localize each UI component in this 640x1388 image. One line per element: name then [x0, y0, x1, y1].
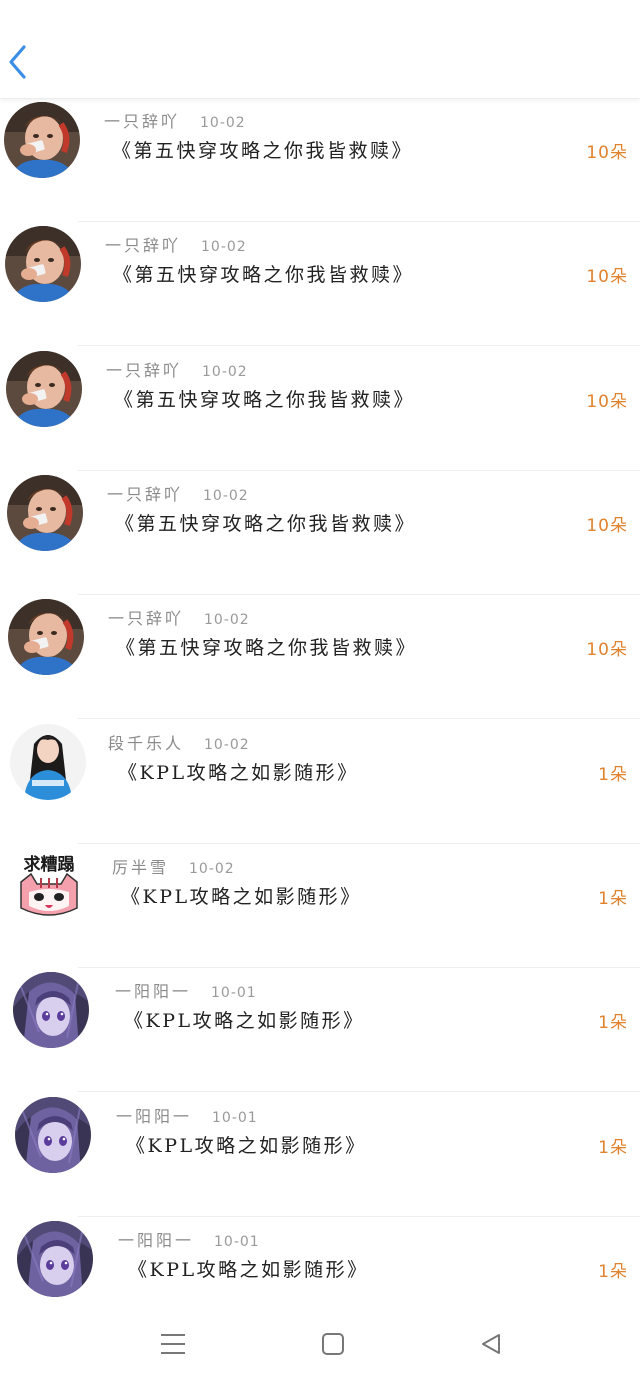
- record-date: 10-02: [201, 239, 247, 255]
- flower-count: 10朵: [586, 640, 628, 660]
- record-date: 10-02: [204, 612, 250, 628]
- avatar[interactable]: [7, 475, 83, 551]
- book-title[interactable]: 《KPL攻略之如影随形》: [118, 758, 359, 785]
- flower-count: 10朵: [586, 392, 628, 412]
- avatar[interactable]: [8, 599, 84, 675]
- record-row[interactable]: 段千乐人 10-02 《KPL攻略之如影随形》 1朵: [0, 720, 640, 844]
- user-name[interactable]: 一阳阳一: [115, 978, 191, 1002]
- book-title[interactable]: 《第五快穿攻略之你我皆救赎》: [114, 385, 415, 412]
- user-name[interactable]: 段千乐人: [108, 730, 184, 754]
- record-date: 10-02: [203, 488, 249, 504]
- record-date: 10-02: [200, 115, 246, 131]
- record-meta: 一只辞吖 10-02: [106, 357, 248, 381]
- nav-back-button[interactable]: [469, 1322, 513, 1366]
- flower-count: 10朵: [586, 516, 628, 536]
- user-name[interactable]: 一只辞吖: [107, 481, 183, 505]
- flower-count: 1朵: [598, 1138, 628, 1158]
- book-title[interactable]: 《KPL攻略之如影随形》: [126, 1131, 367, 1158]
- record-meta: 一阳阳一 10-01: [116, 1103, 258, 1127]
- photo-man-headset-avatar-image: [5, 226, 81, 302]
- user-name[interactable]: 一阳阳一: [118, 1227, 194, 1251]
- record-row[interactable]: 求糟蹋 厉半雪 10-02 《KPL攻略之如影随形》 1朵: [0, 844, 640, 968]
- record-meta: 一阳阳一 10-01: [115, 978, 257, 1002]
- row-divider: [78, 345, 640, 346]
- record-meta: 一只辞吖 10-02: [108, 605, 250, 629]
- avatar[interactable]: [4, 102, 80, 178]
- user-name[interactable]: 一只辞吖: [108, 605, 184, 629]
- book-title[interactable]: 《第五快穿攻略之你我皆救赎》: [112, 136, 413, 163]
- nav-home-button[interactable]: [311, 1322, 355, 1366]
- flower-count: 10朵: [586, 143, 628, 163]
- record-meta: 一只辞吖 10-02: [107, 481, 249, 505]
- photo-man-headset-avatar-image: [8, 599, 84, 675]
- top-header: [0, 0, 640, 99]
- user-name[interactable]: 一只辞吖: [106, 357, 182, 381]
- flower-count: 1朵: [598, 765, 628, 785]
- record-date: 10-01: [214, 1234, 260, 1250]
- cartoon-cat-avatar-image: 求糟蹋: [11, 848, 87, 924]
- user-name[interactable]: 厉半雪: [112, 854, 169, 878]
- user-name[interactable]: 一只辞吖: [105, 232, 181, 256]
- record-date: 10-01: [212, 1110, 258, 1126]
- record-meta: 一只辞吖 10-02: [104, 108, 246, 132]
- record-date: 10-02: [202, 364, 248, 380]
- avatar[interactable]: [10, 724, 86, 800]
- user-name[interactable]: 一只辞吖: [104, 108, 180, 132]
- record-date: 10-01: [211, 985, 257, 1001]
- anime-purple-avatar-image: [15, 1097, 91, 1173]
- photo-man-headset-avatar-image: [4, 102, 80, 178]
- record-row[interactable]: 一只辞吖 10-02 《第五快穿攻略之你我皆救赎》 10朵: [0, 98, 640, 222]
- photo-girl-blue-avatar-image: [10, 724, 86, 800]
- anime-purple-avatar-image: [17, 1221, 93, 1297]
- record-row[interactable]: 一只辞吖 10-02 《第五快穿攻略之你我皆救赎》 10朵: [0, 347, 640, 471]
- record-row[interactable]: 一只辞吖 10-02 《第五快穿攻略之你我皆救赎》 10朵: [0, 595, 640, 719]
- row-divider: [78, 718, 640, 719]
- book-title[interactable]: 《第五快穿攻略之你我皆救赎》: [116, 633, 417, 660]
- back-button[interactable]: [2, 40, 34, 84]
- avatar[interactable]: [13, 972, 89, 1048]
- avatar[interactable]: [6, 351, 82, 427]
- book-title[interactable]: 《KPL攻略之如影随形》: [124, 1006, 365, 1033]
- photo-man-headset-avatar-image: [7, 475, 83, 551]
- menu-icon: [161, 1334, 185, 1354]
- flower-count: 1朵: [598, 1013, 628, 1033]
- avatar[interactable]: 求糟蹋: [11, 848, 87, 924]
- record-row[interactable]: 一只辞吖 10-02 《第五快穿攻略之你我皆救赎》 10朵: [0, 471, 640, 595]
- user-name[interactable]: 一阳阳一: [116, 1103, 192, 1127]
- square-home-icon: [322, 1333, 344, 1355]
- flower-count: 1朵: [598, 1262, 628, 1282]
- book-title[interactable]: 《KPL攻略之如影随形》: [128, 1255, 369, 1282]
- nav-menu-button[interactable]: [151, 1322, 195, 1366]
- chevron-left-icon: [9, 45, 26, 79]
- avatar[interactable]: [17, 1221, 93, 1297]
- anime-purple-avatar-image: [13, 972, 89, 1048]
- system-nav-bar: [0, 1302, 640, 1388]
- record-row[interactable]: 一只辞吖 10-02 《第五快穿攻略之你我皆救赎》 10朵: [0, 222, 640, 346]
- avatar[interactable]: [5, 226, 81, 302]
- flower-count: 1朵: [598, 889, 628, 909]
- record-row[interactable]: 一阳阳一 10-01 《KPL攻略之如影随形》 1朵: [0, 1093, 640, 1217]
- record-meta: 一只辞吖 10-02: [105, 232, 247, 256]
- record-meta: 厉半雪 10-02: [112, 854, 235, 878]
- record-date: 10-02: [189, 861, 235, 877]
- book-title[interactable]: 《KPL攻略之如影随形》: [121, 882, 362, 909]
- photo-man-headset-avatar-image: [6, 351, 82, 427]
- record-date: 10-02: [204, 737, 250, 753]
- triangle-back-icon: [482, 1334, 500, 1354]
- avatar[interactable]: [15, 1097, 91, 1173]
- record-meta: 段千乐人 10-02: [108, 730, 250, 754]
- book-title[interactable]: 《第五快穿攻略之你我皆救赎》: [113, 260, 414, 287]
- avatar-caption: 求糟蹋: [24, 854, 75, 875]
- flower-count: 10朵: [586, 267, 628, 287]
- record-meta: 一阳阳一 10-01: [118, 1227, 260, 1251]
- record-row[interactable]: 一阳阳一 10-01 《KPL攻略之如影随形》 1朵: [0, 968, 640, 1092]
- book-title[interactable]: 《第五快穿攻略之你我皆救赎》: [115, 509, 416, 536]
- row-divider: [78, 1091, 640, 1092]
